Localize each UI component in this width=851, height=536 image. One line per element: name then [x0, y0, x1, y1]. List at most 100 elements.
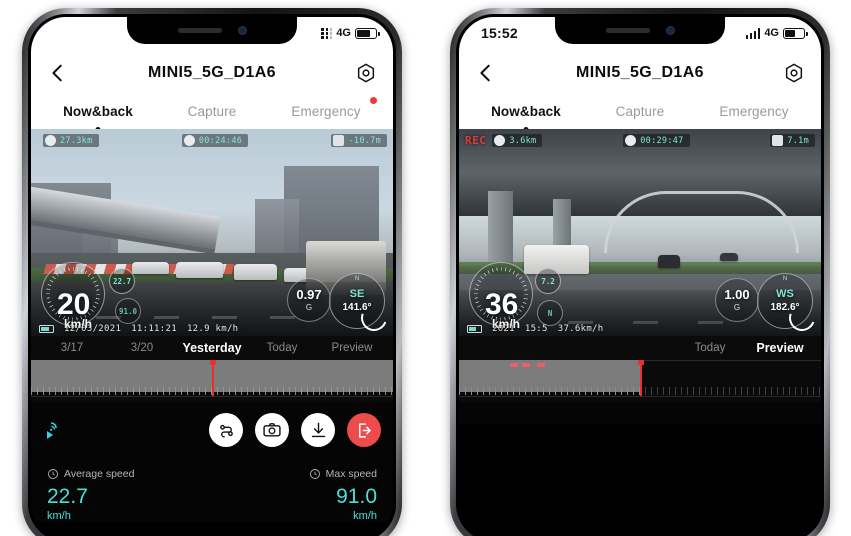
timeline-tab-4[interactable]: Preview — [317, 342, 387, 354]
stat-unit: km/h — [353, 510, 377, 522]
dashcam-battery-icon — [467, 325, 482, 333]
phone-bezel-left: 4G MINI5_5G_D1A6 Now&back Capture Emerge… — [28, 14, 396, 536]
hud-time: 15:5 — [524, 324, 548, 334]
video-preview[interactable]: REC 3.6km 00:29:47 7.1m 36 km/h 7.2 N 20… — [459, 129, 821, 336]
hud-time: 11:11:21 — [131, 324, 177, 334]
timeline-tab-3[interactable]: Today — [675, 342, 745, 354]
timeline-tab-4[interactable]: Preview — [745, 341, 815, 355]
nav-bar: MINI5_5G_D1A6 — [31, 51, 393, 95]
main-tabs: Now&back Capture Emergency — [31, 95, 393, 132]
hud-mini-gauge-2: 91.0 — [115, 298, 141, 324]
hud-altitude: 7.1m — [770, 134, 816, 147]
mountain-icon — [333, 135, 345, 146]
chevron-left-icon[interactable] — [47, 62, 69, 84]
stat-header: Average speed — [47, 468, 212, 480]
route-icon[interactable] — [209, 413, 243, 447]
timeline-tab-3[interactable]: Today — [247, 342, 317, 354]
tab-now-and-back[interactable]: Now&back — [469, 103, 583, 132]
timeline-tab-0[interactable]: 3/17 — [37, 342, 107, 354]
timeline-event-mark[interactable] — [536, 363, 545, 367]
g-force-value: 1.00 — [724, 287, 750, 302]
stat-label: Average speed — [64, 468, 135, 480]
status-clock: 15:52 — [481, 25, 518, 41]
phone-device-right: 15:52 4G MINI5_5G_D1A6 Now&back Capture … — [450, 8, 830, 536]
tab-label: Now&back — [491, 103, 561, 119]
timeline-event-mark[interactable] — [509, 363, 518, 367]
page-title: MINI5_5G_D1A6 — [576, 64, 704, 81]
stats-panel: Average speed 22.7 km/h Max speed 91.0 k… — [31, 458, 393, 522]
compass-direction: SE — [349, 288, 365, 300]
timeline-playhead[interactable] — [638, 360, 644, 396]
hud-speed-value: 36 — [485, 288, 519, 321]
chevron-left-icon[interactable] — [475, 62, 497, 84]
hud-top-bar: REC 3.6km 00:29:47 7.1m — [459, 134, 821, 147]
mountain-icon — [772, 135, 784, 146]
timeline-track[interactable] — [31, 360, 393, 402]
stat-label: Max speed — [325, 468, 377, 480]
battery-icon — [355, 28, 380, 39]
scene-motorbike — [658, 255, 680, 268]
hud-duration: 00:29:47 — [623, 134, 690, 147]
hud-strip-speed: 12.9 km/h — [186, 324, 239, 334]
tab-emergency[interactable]: Emergency — [269, 96, 383, 119]
odometer-icon — [45, 135, 56, 146]
tab-label: Now&back — [63, 103, 133, 119]
hud-strip-speed: 37.6km/h — [557, 324, 604, 334]
tab-label: Capture — [187, 103, 237, 119]
gear-hex-icon[interactable] — [783, 62, 805, 84]
status-indicators: 4G — [321, 25, 380, 42]
main-tabs: Now&back Capture Emergency — [459, 95, 821, 132]
spacer-bar — [459, 402, 821, 424]
hud-mini-gauge-1: 22.7 — [109, 268, 135, 294]
clock-gauge-icon — [48, 469, 58, 479]
screenshot-stage: 4G MINI5_5G_D1A6 Now&back Capture Emerge… — [0, 0, 851, 536]
clock-icon — [183, 135, 195, 146]
stat-average-speed: Average speed 22.7 km/h — [47, 468, 212, 522]
g-force-gauge: 1.00 G — [715, 278, 759, 322]
hud-distance: 27.3km — [43, 134, 99, 147]
compass-gauge: N WS 182.6° — [757, 273, 820, 336]
signal-bars-icon — [745, 28, 761, 39]
timeline-playhead[interactable] — [210, 360, 216, 396]
network-type-label: 4G — [764, 27, 779, 39]
notch — [127, 17, 297, 44]
hud-speed-value: 20 — [57, 288, 91, 321]
satellite-signal-icon[interactable] — [43, 419, 69, 441]
signal-dots-icon — [321, 28, 333, 39]
control-bar — [31, 402, 393, 458]
tab-now-and-back[interactable]: Now&back — [41, 103, 155, 132]
notch — [555, 17, 725, 44]
tab-capture[interactable]: Capture — [155, 104, 269, 119]
phone-device-left: 4G MINI5_5G_D1A6 Now&back Capture Emerge… — [22, 8, 402, 536]
hud-altitude: -10.7m — [331, 134, 387, 147]
gear-hex-icon[interactable] — [355, 62, 377, 84]
scene-pedestrian-bridge — [603, 191, 800, 254]
clock-icon — [625, 135, 637, 146]
timeline-ruler-active — [459, 387, 640, 395]
timeline-track[interactable] — [459, 360, 821, 402]
status-bar: 4G — [31, 17, 393, 51]
video-preview[interactable]: 27.3km 00:24:46 -10.7m 20 km/h 22.7 91.0… — [31, 129, 393, 336]
timeline-tab-1[interactable]: 3/20 — [107, 342, 177, 354]
compass-direction: WS — [776, 288, 794, 300]
tab-capture[interactable]: Capture — [583, 104, 697, 119]
tab-emergency[interactable]: Emergency — [697, 104, 811, 119]
rec-indicator: REC — [465, 134, 487, 147]
odometer-icon — [494, 135, 506, 146]
hud-duration: 00:24:46 — [181, 134, 249, 147]
nav-bar: MINI5_5G_D1A6 — [459, 51, 821, 95]
tab-label: Capture — [615, 103, 665, 119]
compass-gauge: N SE 141.6° — [329, 273, 392, 336]
earpiece-speaker — [605, 28, 650, 33]
compass-north-mark: N — [354, 276, 360, 282]
download-icon[interactable] — [301, 413, 335, 447]
front-camera-icon — [665, 26, 675, 35]
page-title: MINI5_5G_D1A6 — [148, 64, 276, 81]
timeline-event-mark[interactable] — [522, 363, 531, 367]
hud-date: 2021 — [492, 324, 515, 334]
exit-icon[interactable] — [347, 413, 381, 447]
camera-icon[interactable] — [255, 413, 289, 447]
timeline-tabs: 3/17 3/20 Yesterday Today Preview — [31, 336, 393, 360]
timeline-tab-2[interactable]: Yesterday — [177, 341, 247, 355]
notification-badge — [370, 96, 377, 104]
